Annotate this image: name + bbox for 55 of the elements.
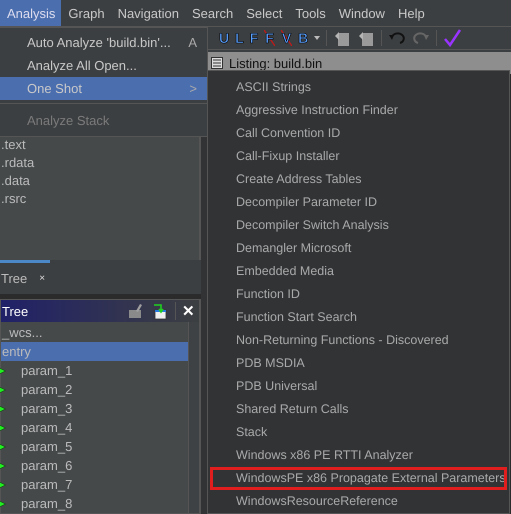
scrollbar[interactable] <box>188 322 199 513</box>
menu-item[interactable]: WindowsResourceReference <box>208 490 509 513</box>
menu-item[interactable]: Decompiler Parameter ID <box>208 191 509 214</box>
caret-icon[interactable] <box>314 36 320 40</box>
menu-item[interactable]: Function Start Search <box>208 306 509 329</box>
menu-item[interactable]: PDB MSDIA <box>208 352 509 375</box>
menu-item[interactable]: Non-Returning Functions - Discovered <box>208 329 509 352</box>
close-button[interactable]: ✕ <box>175 302 195 320</box>
tree-item[interactable]: param_8 <box>1 494 188 513</box>
menu-item[interactable]: Demangler Microsoft <box>208 237 509 260</box>
menu-bar-item[interactable]: Help <box>390 0 431 26</box>
tree-item[interactable]: _wcs... <box>1 323 188 342</box>
tree-tab[interactable]: Tree <box>1 270 28 286</box>
menu-item[interactable]: Windows x86 PE RTTI Analyzer <box>208 444 509 467</box>
menu-item[interactable]: Call-Fixup Installer <box>208 145 509 168</box>
menu-item[interactable]: Auto Analyze 'build.bin'... A <box>0 31 207 54</box>
tree-item[interactable]: param_2 <box>1 380 188 399</box>
menu-item[interactable]: WindowsPE x86 Propagate External Parameters <box>210 467 507 490</box>
tab-close-button[interactable]: × <box>39 272 46 284</box>
menu-item[interactable]: Call Convention ID <box>208 122 509 145</box>
tree-item[interactable]: .text <box>1 136 26 154</box>
tree-item[interactable]: param_1 <box>1 361 188 380</box>
tree-item[interactable]: param_5 <box>1 437 188 456</box>
menu-item[interactable]: Decompiler Switch Analysis <box>208 214 509 237</box>
menu-bar-item[interactable]: Search <box>185 0 240 26</box>
checkmark-icon[interactable] <box>443 29 462 47</box>
menu-bar-item[interactable]: Navigation <box>110 0 185 26</box>
tree-item[interactable]: param_4 <box>1 418 188 437</box>
toolbar-letter-button[interactable]: B <box>298 30 308 46</box>
menu-item[interactable]: One Shot > <box>0 77 207 100</box>
tree-item[interactable]: param_7 <box>1 475 188 494</box>
tree-item[interactable]: .rsrc <box>1 190 26 208</box>
menu-bar-item[interactable]: Select <box>239 0 288 26</box>
menu-item[interactable]: Embedded Media <box>208 260 509 283</box>
menu-item[interactable]: Shared Return Calls <box>208 398 509 421</box>
menu-item[interactable]: Aggressive Instruction Finder <box>208 99 509 122</box>
tree-item[interactable]: param_6 <box>1 456 188 475</box>
menu-bar-item[interactable]: Window <box>332 0 391 26</box>
menu-item[interactable]: ASCII Strings <box>208 76 509 99</box>
tree-item[interactable]: .data <box>1 172 30 190</box>
menu-bar-item[interactable]: Analysis <box>0 0 62 26</box>
listing-title: Listing: build.bin <box>229 56 322 70</box>
menu-item[interactable]: Function ID <box>208 283 509 306</box>
menu-bar-item[interactable]: Graph <box>61 0 111 26</box>
menu-bar-item[interactable]: Tools <box>288 0 332 26</box>
tree-item[interactable]: param_3 <box>1 399 188 418</box>
menu-item[interactable]: Stack <box>208 421 509 444</box>
menu-item[interactable]: Analyze All Open... <box>0 54 207 77</box>
tree-item[interactable]: .rdata <box>1 154 34 172</box>
menu-item[interactable]: PDB Universal <box>208 375 509 398</box>
document-arrow-icon[interactable] <box>151 302 169 320</box>
panel-title: Tree <box>2 304 30 318</box>
toolbar-letter-button[interactable]: F <box>250 30 258 46</box>
menu-item[interactable]: Create Address Tables <box>208 168 509 191</box>
toolbar-letter-button[interactable]: U <box>219 30 230 46</box>
